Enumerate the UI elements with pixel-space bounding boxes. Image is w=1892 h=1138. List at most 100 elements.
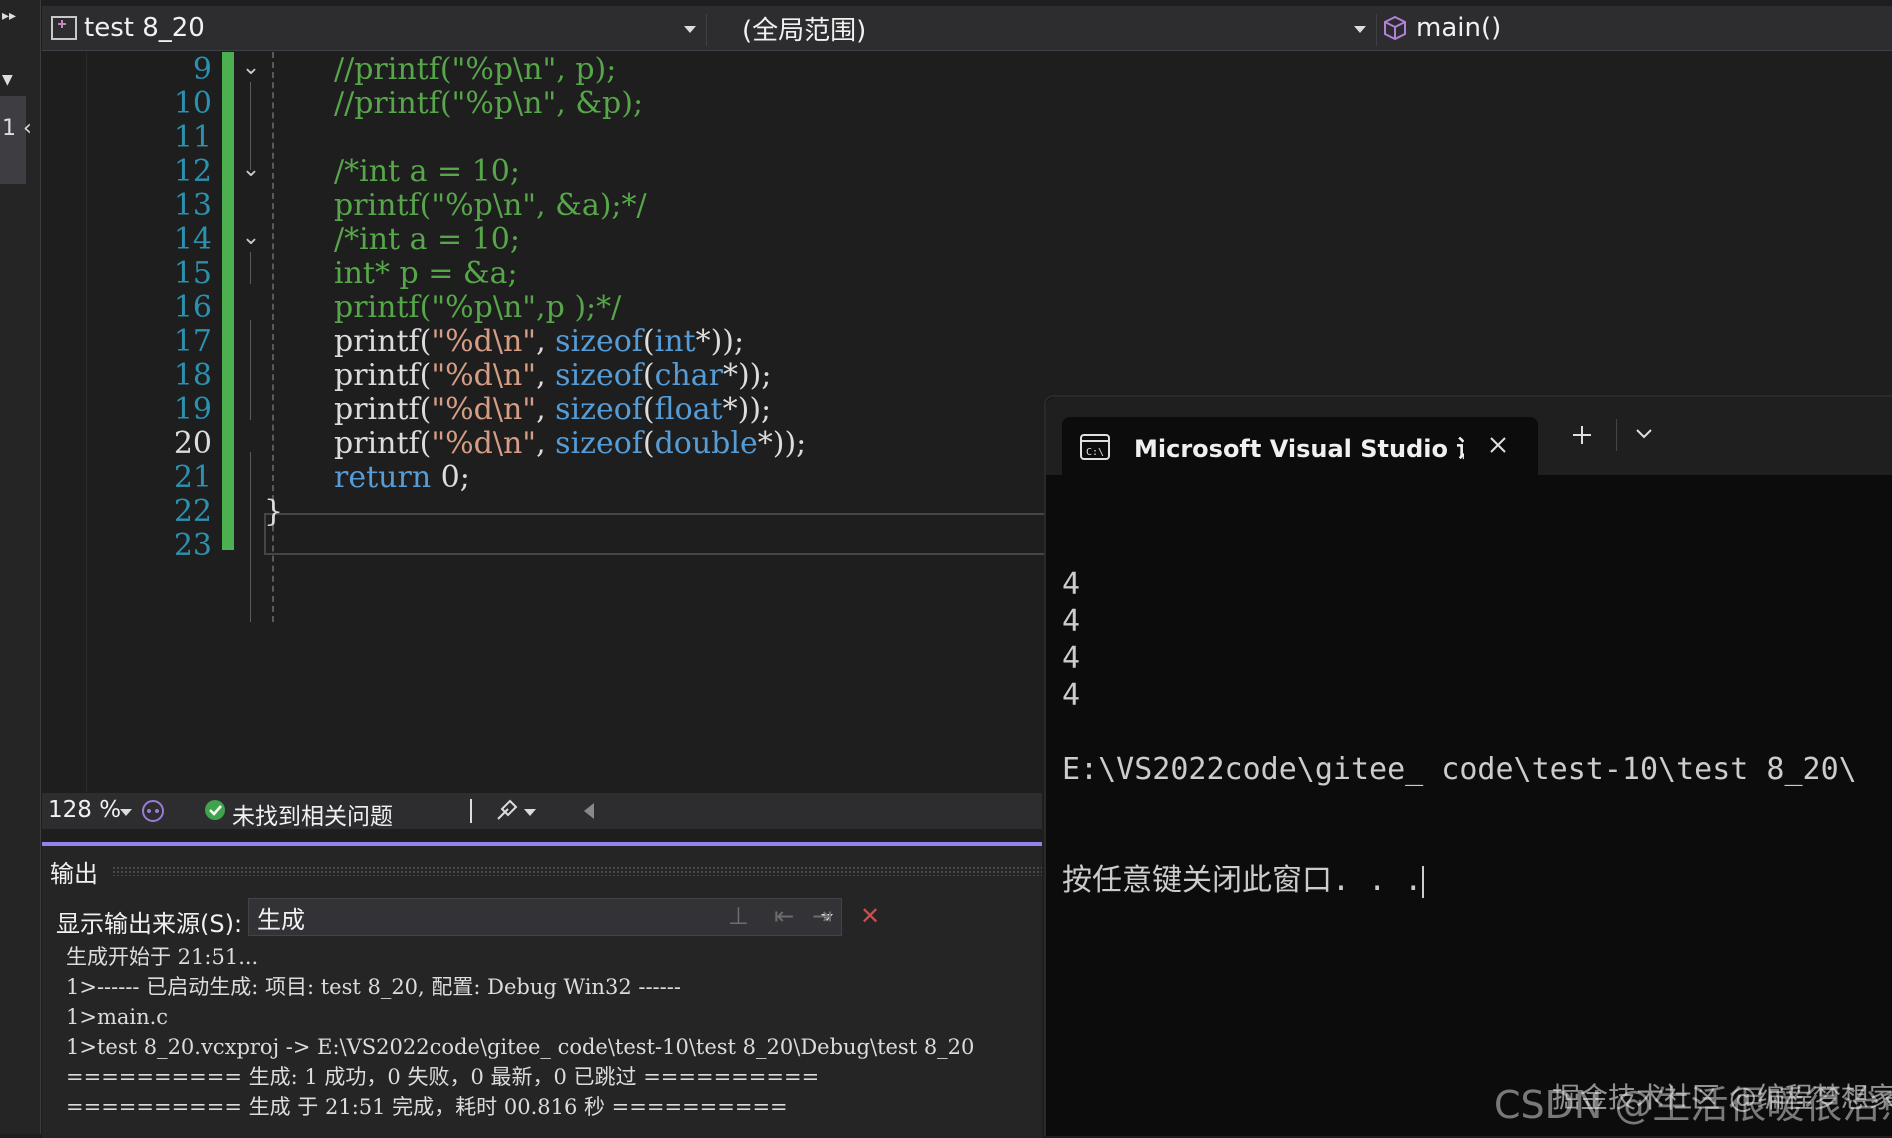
output-line: 1>main.c	[66, 1005, 169, 1029]
next-message-icon[interactable]: ⇥	[812, 902, 832, 930]
output-panel: 输出 显示输出来源(S): 生成 ⊥ ⇤ ⇥ ✕ 生成开始于 21:51... 1…	[42, 842, 1042, 1138]
project-name: test 8_20	[84, 13, 205, 43]
indent-guide	[272, 52, 274, 622]
code-line[interactable]: printf("%d\n", sizeof(char*));	[334, 358, 771, 393]
terminal-line: E:\VS2022code\gitee_ code\test-10\test 8…	[1062, 752, 1857, 787]
line-number: 23	[173, 528, 212, 563]
divider	[470, 799, 472, 823]
code-token: (	[642, 358, 655, 393]
zoom-level[interactable]: 128 %	[48, 797, 121, 823]
code-token: "%d\n"	[431, 392, 537, 427]
scope-dropdown[interactable]: (全局范围)	[742, 10, 866, 46]
code-token: /*int a = 10;	[334, 154, 520, 189]
project-dropdown[interactable]: test 8_20	[50, 10, 205, 46]
output-source-value: 生成	[257, 905, 305, 934]
code-line[interactable]: printf("%p\n",p );*/	[334, 290, 621, 325]
chevron-down-icon[interactable]	[524, 809, 536, 816]
code-line[interactable]: printf("%d\n", sizeof(float*));	[334, 392, 771, 427]
output-line: 生成开始于 21:51...	[66, 945, 259, 969]
member-label: main()	[1416, 13, 1502, 43]
copilot-icon[interactable]	[140, 798, 166, 824]
output-title: 输出	[50, 860, 98, 888]
tab-label[interactable]: 1 ‹	[2, 116, 32, 141]
code-line[interactable]: printf("%p\n", &a);*/	[334, 188, 647, 223]
line-number: 13	[173, 188, 212, 223]
terminal-line: 4	[1062, 641, 1081, 676]
code-token: return	[334, 460, 432, 495]
terminal-output[interactable]: 4444 E:\VS2022code\gitee_ code\test-10\t…	[1062, 492, 1857, 973]
code-token: *));	[757, 426, 807, 461]
code-token: "%d\n"	[431, 324, 537, 359]
close-icon[interactable]	[1488, 435, 1508, 455]
code-token: /*int a = 10;	[334, 222, 520, 257]
find-message-icon[interactable]: ⊥	[728, 902, 749, 930]
pin-toggle-icon[interactable]: ▸▸	[2, 8, 16, 24]
editor-status-bar: 128 % 未找到相关问题	[42, 793, 1042, 831]
fold-guide	[250, 82, 251, 170]
scope-label: (全局范围)	[742, 15, 867, 46]
terminal-tab[interactable]: C:\ Microsoft Visual Studio 调试控	[1062, 417, 1538, 475]
code-token: 0;	[431, 460, 470, 495]
scroll-left-icon[interactable]	[584, 803, 594, 819]
code-token: int	[654, 324, 696, 359]
code-token: printf("%p\n",p );*/	[334, 290, 622, 325]
prev-message-icon[interactable]: ⇤	[774, 902, 794, 930]
terminal-tab-title: Microsoft Visual Studio 调试控	[1134, 435, 1464, 463]
code-token: int* p = &a;	[334, 256, 518, 291]
output-line: 1>------ 已启动生成: 项目: test 8_20, 配置: Debug…	[66, 975, 681, 999]
code-line[interactable]: printf("%d\n", sizeof(int*));	[334, 324, 744, 359]
code-line[interactable]: //printf("%p\n", &p);	[334, 86, 643, 121]
zoom-dropdown-icon[interactable]	[120, 809, 132, 816]
code-token: printf(	[334, 358, 432, 393]
code-line[interactable]: /*int a = 10;	[334, 154, 520, 189]
fold-toggle-icon[interactable]: ⌄	[240, 57, 262, 80]
issues-status[interactable]: 未找到相关问题	[232, 797, 393, 831]
code-token: "%d\n"	[431, 426, 537, 461]
output-source-select[interactable]: 生成	[248, 898, 842, 936]
output-line: 1>test 8_20.vcxproj -> E:\VS2022code\git…	[66, 1035, 975, 1059]
code-line[interactable]: }	[264, 494, 283, 529]
fold-guide	[250, 320, 251, 420]
code-line[interactable]: int* p = &a;	[334, 256, 518, 291]
change-tracking-bar	[222, 52, 234, 550]
fold-guide	[250, 452, 251, 622]
line-number: 18	[173, 358, 212, 393]
debug-console-window: C:\ Microsoft Visual Studio 调试控 4444 E:\…	[1044, 395, 1892, 1136]
svg-text:C:\: C:\	[1086, 447, 1104, 458]
code-token: (	[642, 324, 655, 359]
code-token: (	[642, 392, 655, 427]
console-icon: C:\	[1080, 434, 1110, 460]
code-token: printf(	[334, 392, 432, 427]
brush-icon[interactable]	[494, 797, 520, 823]
fold-toggle-icon[interactable]: ⌄	[240, 227, 262, 250]
code-line[interactable]: printf("%d\n", sizeof(double*));	[334, 426, 806, 461]
code-line[interactable]: /*int a = 10;	[334, 222, 520, 257]
code-token: *));	[722, 392, 772, 427]
code-token: double	[654, 426, 758, 461]
divider	[1376, 14, 1377, 46]
chevron-down-icon[interactable]	[684, 26, 696, 33]
chevron-down-icon[interactable]	[1354, 26, 1366, 33]
output-text[interactable]: 生成开始于 21:51... 1>------ 已启动生成: 项目: test 8…	[66, 942, 1036, 1122]
new-tab-icon[interactable]	[1570, 423, 1594, 447]
navigation-bar: test 8_20 (全局范围) main()	[42, 6, 1892, 51]
code-token: "%d\n"	[431, 358, 537, 393]
fold-toggle-icon[interactable]: ⌄	[240, 159, 262, 182]
code-line[interactable]: return 0;	[334, 460, 470, 495]
cube-icon	[1384, 15, 1406, 41]
line-number: 20	[173, 426, 212, 461]
code-token: printf(	[334, 426, 432, 461]
chevron-down-icon[interactable]	[1634, 427, 1654, 441]
code-token: //printf("%p\n", p);	[334, 52, 617, 87]
code-token: ,	[536, 392, 556, 427]
member-dropdown[interactable]: main()	[1382, 10, 1501, 46]
code-token: ,	[536, 324, 556, 359]
panel-grip[interactable]	[112, 866, 1042, 876]
left-tool-strip: ▸▸ ▼ 1 ‹	[0, 0, 41, 1134]
code-token: sizeof	[555, 324, 643, 359]
dropdown-icon[interactable]: ▼	[2, 72, 13, 88]
code-line[interactable]: //printf("%p\n", p);	[334, 52, 616, 87]
juejin-watermark: 掘金技术社区 @编程梦想家	[1552, 1081, 1892, 1114]
clear-all-icon[interactable]: ✕	[860, 902, 880, 930]
